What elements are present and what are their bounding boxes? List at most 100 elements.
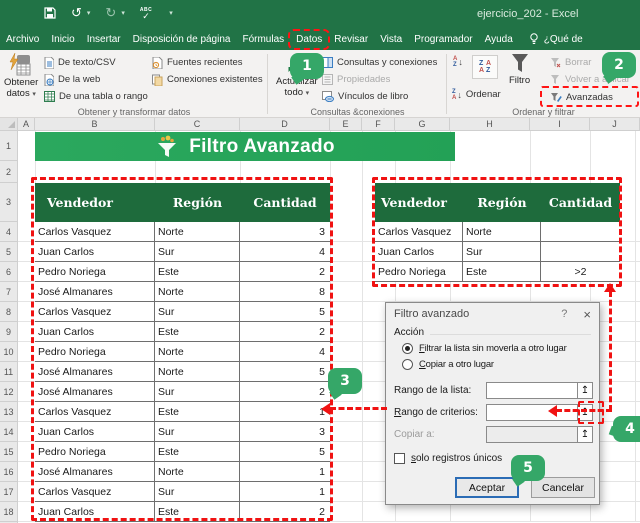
column-header-a[interactable]: A [18,118,35,130]
ribbon-item-fuentes-recientes[interactable]: Fuentes recientes [152,56,243,69]
ribbon-item-de-una-tabla-o-rango[interactable]: De una tabla o rango [44,90,148,103]
criteria-range-label: Rango de criterios: [394,406,478,418]
save-icon[interactable] [44,7,56,19]
customize-qat-icon[interactable]: ▾ [169,9,173,17]
lightbulb-icon [529,33,539,45]
ordenar-label: Ordenar [465,89,501,100]
row-header-9[interactable]: 9 [0,322,17,342]
radio-unselected-icon[interactable] [402,359,413,370]
tab-programador[interactable]: Programador [408,28,478,50]
dialog-help-icon[interactable]: ? [561,308,567,320]
row-header-1[interactable]: 1 [0,131,17,161]
row-header-5[interactable]: 5 [0,242,17,262]
existing-connections-icon [152,74,163,86]
list-range-label: Rango de la lista: [394,384,472,396]
obtener-datos-caret-icon: ▾ [32,90,36,98]
column-header-b[interactable]: B [35,118,155,130]
column-header-d[interactable]: D [240,118,330,130]
select-all-corner[interactable] [0,118,18,130]
redo-caret-icon[interactable]: ▾ [121,9,125,17]
sort-az-ascending-icon[interactable]: A Z ↓ [453,56,463,68]
excel-window: ↺ ▾ ↻ ▾ ABC ✓ ▾ ejercicio_202 - Excel Ar… [0,0,640,523]
row-header-6[interactable]: 6 [0,262,17,282]
step-badge-5: 5 [511,455,545,481]
step-badge-2: 2 [602,52,636,78]
column-header-f[interactable]: F [362,118,395,130]
checkbox-unchecked-icon[interactable] [394,453,405,464]
row-header-10[interactable]: 10 [0,342,17,362]
row-header-3[interactable]: 3 [0,183,17,222]
clear-filter-icon [550,57,561,68]
ribbon-item-propiedades: Propiedades [322,73,390,86]
criteria-range-input[interactable] [486,403,578,421]
criteria-range-row: Rango de criterios: ↥ [386,401,599,423]
gridline [635,131,636,522]
web-file-icon [44,73,54,86]
recent-sources-icon [152,56,163,69]
ribbon-item-conexiones-existentes[interactable]: Conexiones existentes [152,73,263,86]
row-header-16[interactable]: 16 [0,462,17,482]
row-header-17[interactable]: 17 [0,482,17,502]
copy-to-collapse-button[interactable]: ↥ [577,425,593,443]
unique-records-checkbox-row[interactable]: solo registros únicos [386,453,599,464]
radio-filter-in-place[interactable]: Filtrar la lista sin moverla a otro luga… [386,343,599,354]
column-header-g[interactable]: G [395,118,450,130]
group-label-ordenar-y-filtrar: Ordenar y filtrar [512,107,575,117]
tell-me-search[interactable]: ¿Qué de [519,28,583,50]
column-header-j[interactable]: J [590,118,640,130]
row-header-12[interactable]: 12 [0,382,17,402]
obtener-datos-button[interactable]: Obtener datos ▾ [4,52,38,100]
column-header-h[interactable]: H [450,118,530,130]
radio-copy-to-location[interactable]: Copiar a otro lugar [386,359,599,370]
tab-datos[interactable]: Datos [288,28,331,50]
borrar-label: Borrar [565,57,592,68]
tab-fórmulas[interactable]: Fórmulas [236,28,290,50]
tab-archivo[interactable]: Archivo [0,28,45,50]
filtro-label: Filtro [509,75,531,86]
row-header-15[interactable]: 15 [0,442,17,462]
copy-to-label: Copiar a: [394,428,435,440]
list-range-collapse-button[interactable]: ↥ [577,381,593,399]
ribbon-tab-bar: Archivo Inicio Insertar Disposición de pági… [0,28,640,50]
row-header-8[interactable]: 8 [0,302,17,322]
row-header-13[interactable]: 13 [0,402,17,422]
tab-ayuda[interactable]: Ayuda [479,28,519,50]
tab-revisar[interactable]: Revisar [328,28,374,50]
tab-insertar[interactable]: Insertar [81,28,127,50]
tab-disposición-de-página[interactable]: Disposición de página [127,28,237,50]
column-header-i[interactable]: I [530,118,590,130]
row-header-18[interactable]: 18 [0,502,17,522]
undo-icon[interactable]: ↺ [71,6,82,20]
row-header-2[interactable]: 2 [0,161,17,183]
row-header-7[interactable]: 7 [0,282,17,302]
conexiones-existentes-label: Conexiones existentes [167,74,263,85]
column-header-e[interactable]: E [330,118,362,130]
ribbon-item-de-la-web[interactable]: De la web [44,73,100,86]
ribbon-item-consultas-y-conexiones[interactable]: Consultas y conexiones [322,56,437,69]
tab-vista[interactable]: Vista [374,28,408,50]
text-csv-file-icon [44,56,54,69]
dialog-title-bar[interactable]: Filtro avanzado ? × [386,303,599,325]
ribbon-item-de-texto-csv[interactable]: De texto/CSV [44,56,116,69]
spelling-icon[interactable]: ABC ✓ [140,7,152,21]
table-range-icon [44,91,55,102]
redo-icon[interactable]: ↻ [105,6,116,20]
ribbon-item-vinculos-de-libro[interactable]: Vínculos de libro [322,90,408,103]
dialog-title: Filtro avanzado [394,308,470,320]
row-header-14[interactable]: 14 [0,422,17,442]
dialog-close-icon[interactable]: × [583,307,591,322]
ribbon-item-ordenar[interactable]: Z A ↓ Ordenar [452,88,501,101]
column-header-c[interactable]: C [155,118,240,130]
actualizar-todo-label-2: todo [284,86,304,98]
sort-dialog-icon[interactable]: ZA AZ [472,55,498,79]
fuentes-recientes-label: Fuentes recientes [167,57,243,68]
filtro-button[interactable]: Filtro [509,52,530,87]
row-header-4[interactable]: 4 [0,222,17,242]
radio-selected-icon[interactable] [402,343,413,354]
aceptar-button[interactable]: Aceptar [455,477,519,498]
row-header-11[interactable]: 11 [0,362,17,382]
undo-caret-icon[interactable]: ▾ [87,9,91,17]
list-range-input[interactable] [486,381,578,399]
group-label-consultas-conexiones: Consultas &conexiones [310,107,405,117]
tab-inicio[interactable]: Inicio [45,28,80,50]
